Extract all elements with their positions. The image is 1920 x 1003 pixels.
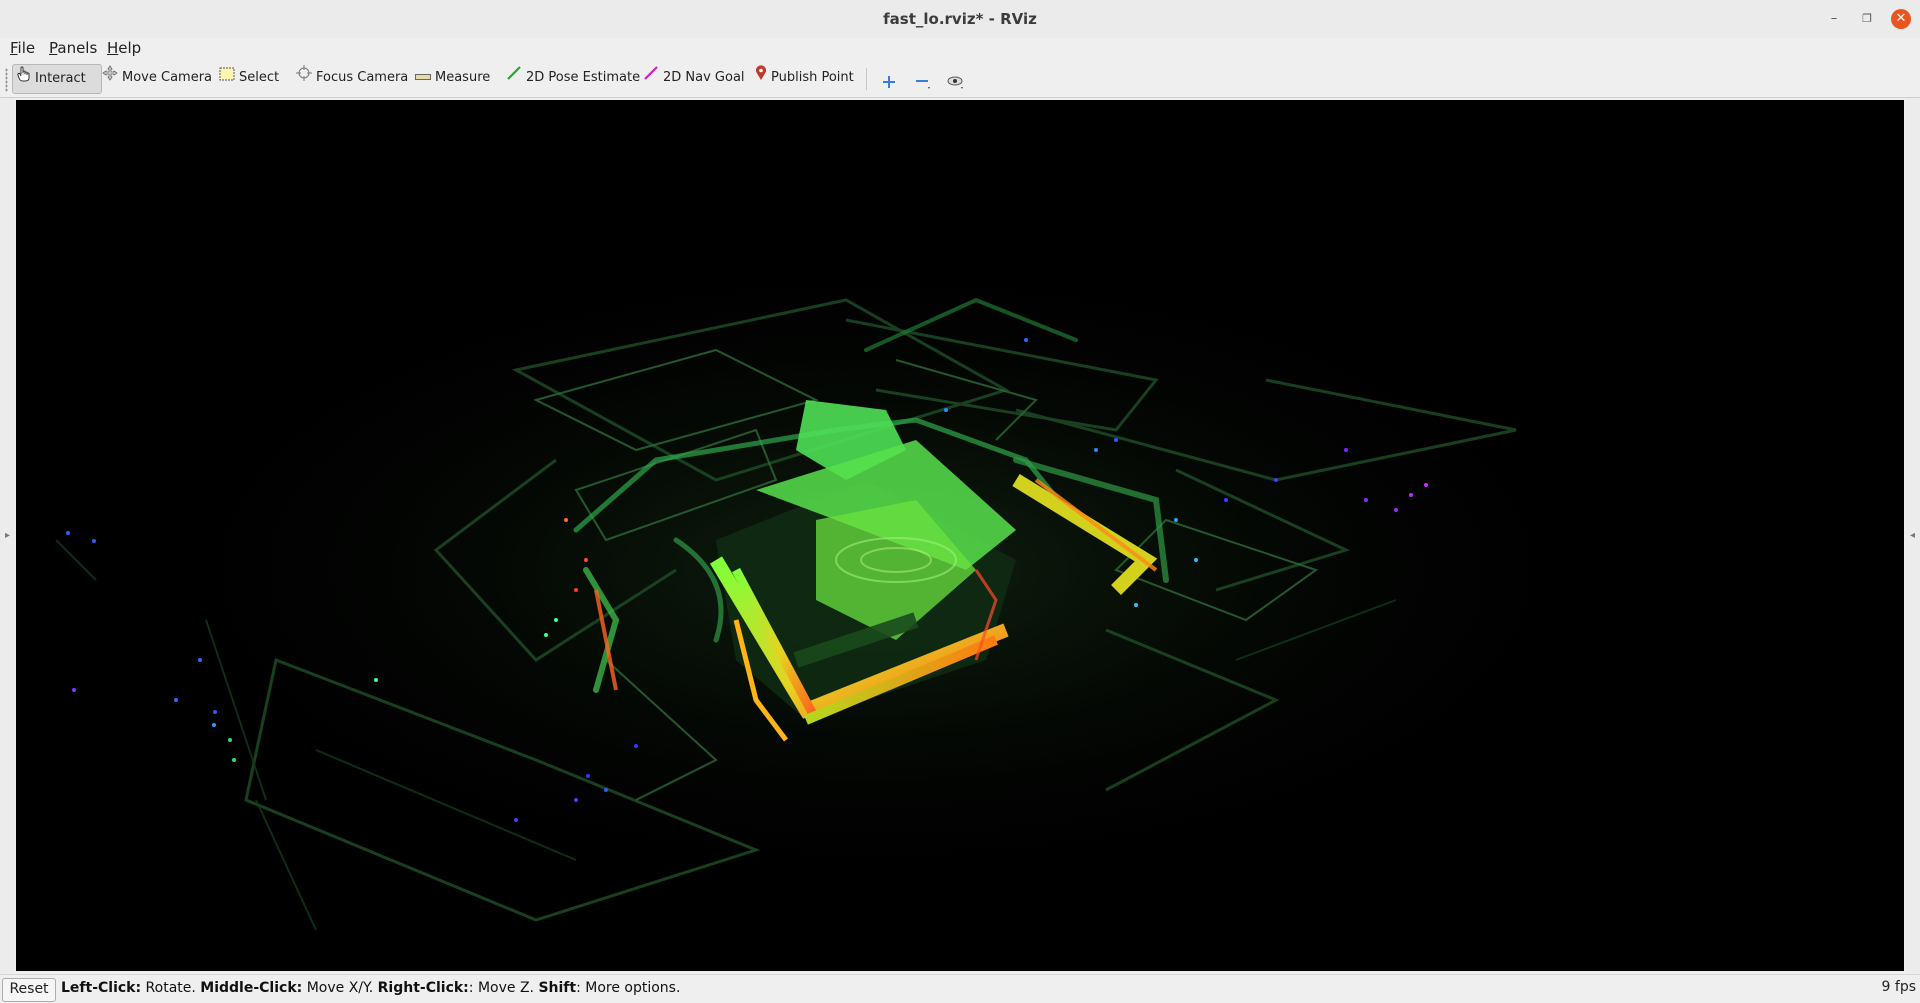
point-cloud-map [55,240,1636,931]
left-dock-collapse-handle[interactable]: ▸ [0,98,15,973]
menu-help-mnemonic: H [107,39,119,57]
menu-file-label: ile [17,39,36,57]
help-middle-click-action: Move X/Y. [302,980,378,996]
focus-camera-tool-button[interactable]: Focus Camera [296,64,408,92]
selection-box-icon [219,64,235,92]
help-left-click-key: Left-Click: [61,980,142,996]
interact-tool-label: Interact [35,71,86,86]
interaction-help-text: Left-Click: Rotate. Middle-Click: Move X… [61,980,680,996]
help-right-click-key: Right-Click: [377,980,469,996]
move-arrows-icon [102,64,118,92]
eye-icon[interactable] [945,71,967,93]
pose-estimate-tool-label: 2D Pose Estimate [526,70,641,85]
select-tool-label: Select [239,70,280,85]
window-title: fast_lo.rviz* - RViz [883,10,1037,28]
menu-bar: File Panels Help [0,38,1920,60]
focus-target-icon [296,64,312,92]
window-titlebar[interactable]: fast_lo.rviz* - RViz – ❐ ✕ [0,0,1920,39]
select-tool-button[interactable]: Select [219,64,279,92]
reset-button[interactable]: Reset [2,978,56,1002]
render-panel: ▸ ◂ [0,98,1920,973]
green-arrow-icon [506,64,522,92]
move-camera-tool-label: Move Camera [122,70,213,85]
publish-point-tool-button[interactable]: Publish Point [755,64,854,92]
minus-icon[interactable] [912,71,934,93]
measure-tool-label: Measure [435,70,491,85]
magenta-arrow-icon [643,64,659,92]
menu-panels[interactable]: Panels [49,39,97,57]
toolbar-grip[interactable] [5,68,8,92]
interact-tool-button[interactable]: Interact [12,64,102,94]
pose-estimate-tool-button[interactable]: 2D Pose Estimate [506,64,640,92]
nav-goal-tool-button[interactable]: 2D Nav Goal [643,64,745,92]
menu-panels-label: anels [57,39,98,57]
help-left-click-action: Rotate. [141,980,201,996]
focus-camera-tool-label: Focus Camera [316,70,409,85]
status-bar: Reset Left-Click: Rotate. Middle-Click: … [0,974,1920,1003]
map-pin-icon [755,64,767,92]
move-camera-tool-button[interactable]: Move Camera [102,64,212,92]
measure-tool-button[interactable]: Measure [415,64,490,92]
help-right-click-action: : Move Z. [468,980,539,996]
publish-point-tool-label: Publish Point [771,70,854,85]
fps-counter: 9 fps [1881,979,1916,995]
help-shift-key: Shift [538,980,577,996]
ruler-icon [415,64,431,92]
plus-icon[interactable] [878,71,900,93]
nav-goal-tool-label: 2D Nav Goal [663,70,745,85]
toolbar-separator [866,68,867,90]
menu-help-label: elp [118,39,142,57]
menu-file-mnemonic: F [10,39,18,57]
right-dock-collapse-handle[interactable]: ◂ [1905,98,1920,973]
hand-pointer-icon [17,65,31,93]
restore-icon[interactable]: ❐ [1857,9,1877,29]
menu-file[interactable]: File [10,39,35,57]
help-shift-action: : More options. [576,980,681,996]
close-icon[interactable]: ✕ [1891,9,1911,29]
help-middle-click-key: Middle-Click: [200,980,303,996]
minimize-icon[interactable]: – [1824,9,1844,29]
menu-help[interactable]: Help [107,39,141,57]
3d-render-view[interactable] [16,100,1904,971]
